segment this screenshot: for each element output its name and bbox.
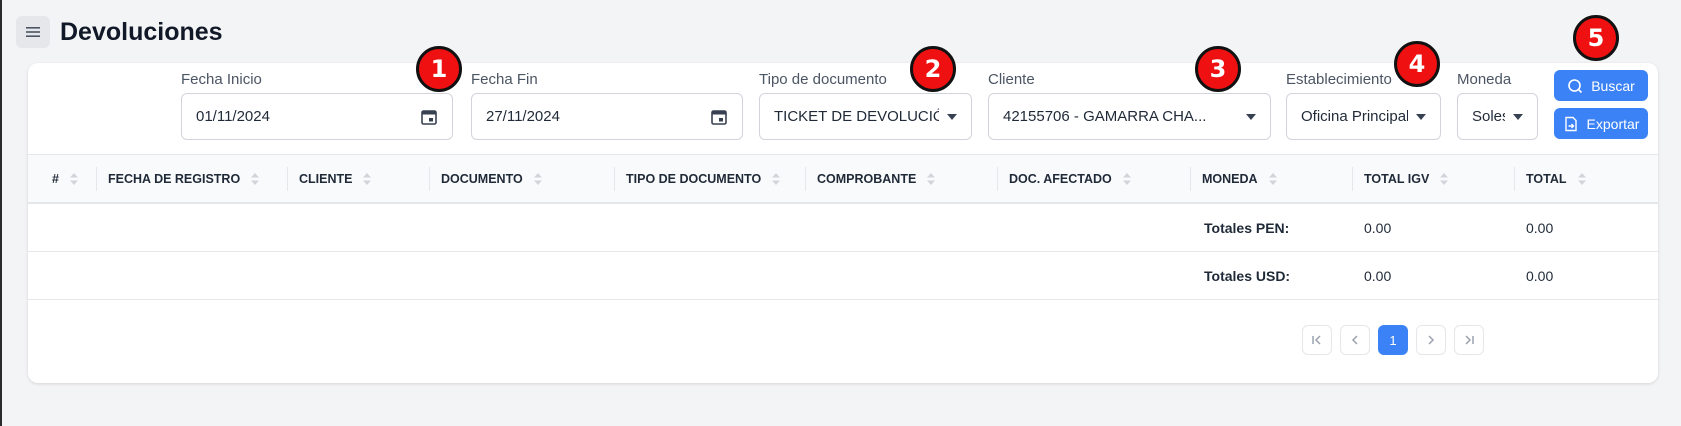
moneda-label: Moneda (1457, 71, 1512, 88)
sort-icon (772, 173, 781, 185)
exportar-button[interactable]: Exportar (1554, 108, 1648, 139)
column-header-total-igv[interactable]: TOTAL IGV (1352, 155, 1449, 203)
page-button-current[interactable]: 1 (1378, 325, 1408, 355)
column-header-doc-afectado[interactable]: DOC. AFECTADO (997, 155, 1132, 203)
totals-total: 0.00 (1526, 268, 1554, 284)
totals-label: Totales PEN: (1204, 220, 1290, 236)
cliente-select[interactable]: 42155706 - GAMARRA CHA... (988, 93, 1271, 140)
chevron-down-icon (1246, 113, 1256, 120)
column-header-cliente[interactable]: CLIENTE (287, 155, 372, 203)
fecha-inicio-value: 01/11/2024 (196, 108, 270, 125)
establecimiento-label: Establecimiento (1286, 71, 1392, 88)
annotation-badge-5: 5 (1573, 15, 1619, 61)
fecha-fin-label: Fecha Fin (471, 71, 538, 88)
hamburger-icon (26, 27, 40, 37)
exportar-label: Exportar (1586, 115, 1640, 132)
first-page-button[interactable] (1302, 325, 1332, 355)
annotation-badge-2: 2 (910, 46, 956, 92)
calendar-icon[interactable] (420, 108, 438, 126)
column-header-number[interactable]: # (40, 155, 79, 203)
sort-icon (1577, 173, 1586, 185)
sort-icon (1440, 173, 1449, 185)
column-header-documento[interactable]: DOCUMENTO (429, 155, 543, 203)
calendar-icon[interactable] (710, 108, 728, 126)
moneda-select[interactable]: Soles (1457, 93, 1538, 140)
chevron-down-icon (947, 113, 957, 120)
totals-igv: 0.00 (1364, 220, 1392, 236)
establecimiento-value: Oficina Principal (1301, 108, 1408, 125)
export-file-icon (1564, 116, 1577, 131)
returns-card: Fecha Inicio 01/11/2024 Fecha Fin 27/11/… (28, 63, 1658, 383)
last-page-icon (1465, 335, 1474, 345)
sort-icon (1268, 173, 1277, 185)
annotation-badge-1: 1 (416, 46, 462, 92)
search-icon (1568, 78, 1583, 93)
chevron-down-icon (1513, 113, 1523, 120)
buscar-label: Buscar (1591, 77, 1635, 94)
sort-icon (1122, 173, 1131, 185)
column-header-total[interactable]: TOTAL (1514, 155, 1587, 203)
next-page-button[interactable] (1416, 325, 1446, 355)
sort-icon (533, 173, 542, 185)
sort-icon (69, 173, 78, 185)
column-header-comprobante[interactable]: COMPROBANTE (805, 155, 936, 203)
moneda-value: Soles (1472, 108, 1505, 125)
annotation-badge-4: 4 (1394, 41, 1440, 87)
buscar-button[interactable]: Buscar (1554, 70, 1648, 101)
fecha-fin-value: 27/11/2024 (486, 108, 560, 125)
first-page-icon (1312, 335, 1321, 345)
previous-page-button[interactable] (1340, 325, 1370, 355)
column-header-moneda[interactable]: MONEDA (1190, 155, 1278, 203)
sort-icon (363, 173, 372, 185)
cliente-value: 42155706 - GAMARRA CHA... (1003, 108, 1207, 125)
tipo-documento-value: TICKET DE DEVOLUCIÓN (774, 108, 939, 125)
last-page-button[interactable] (1454, 325, 1484, 355)
tipo-documento-label: Tipo de documento (759, 71, 887, 88)
column-header-fecha-registro[interactable]: FECHA DE REGISTRO (96, 155, 260, 203)
menu-toggle-button[interactable] (16, 16, 50, 48)
column-header-tipo-documento[interactable]: TIPO DE DOCUMENTO (614, 155, 781, 203)
totals-igv: 0.00 (1364, 268, 1392, 284)
annotation-badge-3: 3 (1195, 46, 1241, 92)
fecha-fin-input[interactable]: 27/11/2024 (471, 93, 743, 140)
chevron-down-icon (1416, 113, 1426, 120)
totals-row-pen: Totales PEN: 0.00 0.00 (28, 204, 1658, 252)
page-title: Devoluciones (60, 18, 223, 46)
table-header: # FECHA DE REGISTRO CLIENTE DOCUMENTO TI… (28, 154, 1658, 204)
totals-total: 0.00 (1526, 220, 1554, 236)
tipo-documento-select[interactable]: TICKET DE DEVOLUCIÓN (759, 93, 972, 140)
cliente-label: Cliente (988, 71, 1035, 88)
totals-row-usd: Totales USD: 0.00 0.00 (28, 252, 1658, 300)
sort-icon (927, 173, 936, 185)
pagination: 1 (1302, 325, 1484, 355)
chevron-left-icon (1351, 335, 1358, 345)
fecha-inicio-input[interactable]: 01/11/2024 (181, 93, 453, 140)
sort-icon (251, 173, 260, 185)
totals-label: Totales USD: (1204, 268, 1291, 284)
fecha-inicio-label: Fecha Inicio (181, 71, 262, 88)
establecimiento-select[interactable]: Oficina Principal (1286, 93, 1441, 140)
chevron-right-icon (1428, 335, 1435, 345)
